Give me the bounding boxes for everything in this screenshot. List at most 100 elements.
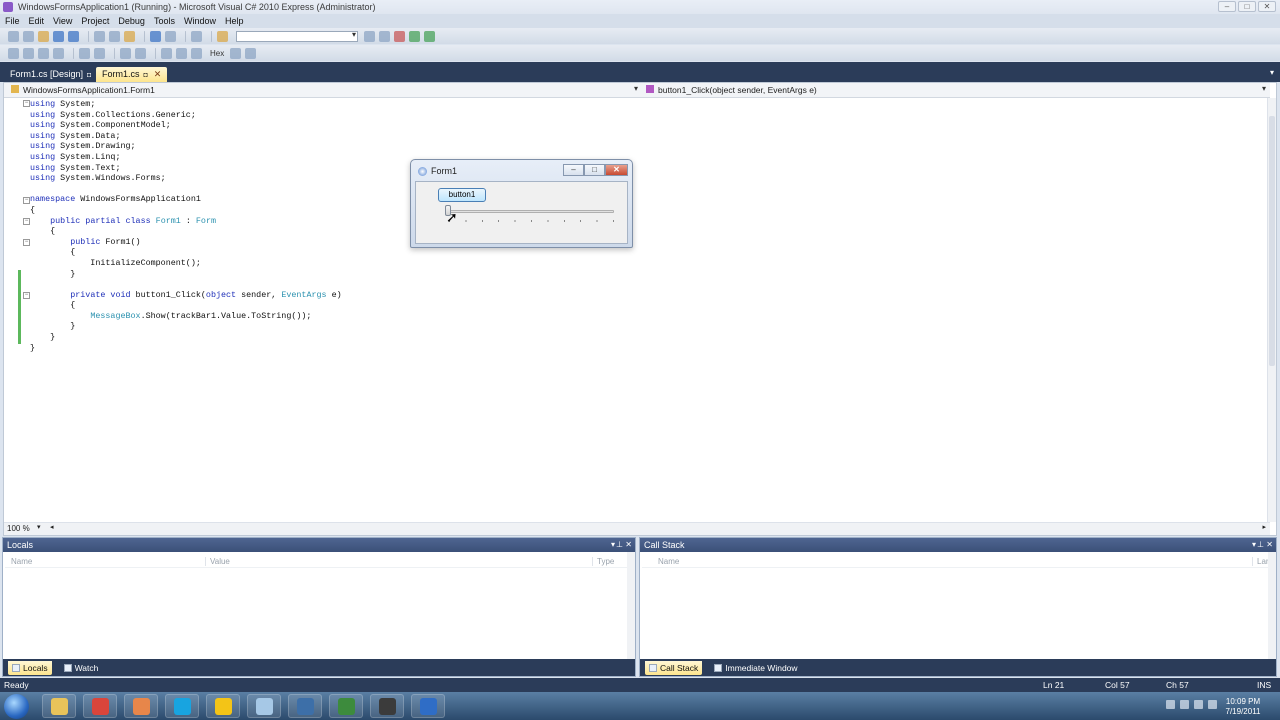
hex-toggle[interactable]: Hex <box>210 49 224 58</box>
code-line[interactable] <box>30 279 342 290</box>
minimize-button[interactable]: – <box>1218 1 1236 12</box>
start-button[interactable] <box>4 694 29 719</box>
column-type[interactable]: Type <box>592 557 614 566</box>
collapse-icon[interactable]: − <box>23 292 30 299</box>
properties-icon[interactable] <box>379 30 390 42</box>
column-name[interactable]: Name <box>654 557 679 566</box>
step-into-icon[interactable] <box>23 47 34 59</box>
indent-icon[interactable] <box>176 47 187 59</box>
code-line[interactable]: public partial class Form1 : Form <box>30 216 342 227</box>
class-combo[interactable]: WindowsFormsApplication1.Form1 <box>7 84 637 96</box>
scroll-right-icon[interactable]: ▸ <box>1262 523 1266 531</box>
menu-edit[interactable]: Edit <box>29 14 45 28</box>
code-line[interactable]: } <box>30 332 342 343</box>
maximize-button[interactable]: □ <box>1238 1 1256 12</box>
tray-arrow-icon[interactable] <box>1166 700 1175 709</box>
form1-window[interactable]: Form1 – □ ✕ button1 <box>410 159 633 248</box>
continue-icon[interactable] <box>120 47 131 59</box>
code-line[interactable]: using System.Text; <box>30 163 342 174</box>
close-tab-icon[interactable]: ✕ <box>154 69 162 79</box>
csharp-icon[interactable] <box>329 694 363 718</box>
snipping-icon[interactable] <box>288 694 322 718</box>
code-line[interactable]: MessageBox.Show(trackBar1.Value.ToString… <box>30 311 342 322</box>
chevron-down-icon[interactable]: ▾ <box>1262 84 1266 93</box>
menu-file[interactable]: File <box>5 14 20 28</box>
show-next-statement-icon[interactable] <box>230 47 242 59</box>
outdent-icon[interactable] <box>161 47 172 59</box>
code-line[interactable]: using System.Windows.Forms; <box>30 173 342 184</box>
column-value[interactable]: Value <box>205 557 230 566</box>
code-line[interactable]: using System.Data; <box>30 131 342 142</box>
close-icon[interactable]: ✕ <box>625 538 632 552</box>
scroll-thumb[interactable] <box>1269 116 1275 366</box>
button1[interactable]: button1 <box>438 188 486 202</box>
locals-scrollbar[interactable] <box>627 552 635 660</box>
code-line[interactable]: } <box>30 269 342 280</box>
code-line[interactable]: using System.Drawing; <box>30 141 342 152</box>
tab-immediate-window[interactable]: Immediate Window <box>710 661 801 675</box>
save-all-icon[interactable] <box>68 30 79 42</box>
tab-form1-cs[interactable]: Form1.cs ◘ ✕ <box>96 67 168 82</box>
redo-icon[interactable] <box>165 30 176 42</box>
collapse-icon[interactable]: − <box>23 218 30 225</box>
editor-vertical-scrollbar[interactable] <box>1267 98 1276 522</box>
code-line[interactable]: using System; <box>30 99 342 110</box>
toolbox-icon[interactable] <box>394 30 405 42</box>
cut-icon[interactable] <box>94 30 105 42</box>
close-icon[interactable]: ✕ <box>1266 538 1273 552</box>
chrome-icon[interactable] <box>83 694 117 718</box>
find-combo[interactable] <box>236 30 358 42</box>
code-line[interactable]: { <box>30 205 342 216</box>
code-line[interactable]: { <box>30 300 342 311</box>
close-button[interactable]: ✕ <box>1258 1 1276 12</box>
save-icon[interactable] <box>53 30 64 42</box>
start-debug-icon[interactable] <box>191 30 202 42</box>
comment-icon[interactable] <box>79 47 90 59</box>
scroll-left-icon[interactable]: ◂ <box>50 523 54 531</box>
break-all-icon[interactable] <box>135 47 146 59</box>
open-file-icon[interactable] <box>38 30 49 42</box>
column-name[interactable]: Name <box>7 557 32 566</box>
tab-watch[interactable]: Watch <box>60 661 103 675</box>
start-page-icon[interactable] <box>409 30 420 42</box>
undo-icon[interactable] <box>150 30 161 42</box>
solution-explorer-icon[interactable] <box>364 30 375 42</box>
zoom-level[interactable]: 100 % <box>7 524 30 533</box>
video-icon[interactable] <box>370 694 404 718</box>
form-minimize-button[interactable]: – <box>563 164 584 176</box>
pin-icon[interactable]: ◘ <box>87 72 91 79</box>
aim-icon[interactable] <box>206 694 240 718</box>
paste-icon[interactable] <box>124 30 135 42</box>
breakpoints-icon[interactable] <box>245 47 257 59</box>
code-line[interactable]: private void button1_Click(object sender… <box>30 290 341 301</box>
menu-help[interactable]: Help <box>225 14 244 28</box>
menu-project[interactable]: Project <box>81 14 109 28</box>
tab-call-stack[interactable]: Call Stack <box>645 660 703 675</box>
step-over-icon[interactable] <box>38 47 49 59</box>
code-line[interactable]: using System.Collections.Generic; <box>30 110 342 121</box>
network-icon[interactable] <box>1194 700 1203 709</box>
uncomment-icon[interactable] <box>94 47 105 59</box>
collapse-icon[interactable]: − <box>23 100 30 107</box>
step-out-icon[interactable] <box>53 47 64 59</box>
menu-window[interactable]: Window <box>184 14 216 28</box>
code-line[interactable]: using System.ComponentModel; <box>30 120 342 131</box>
callstack-scrollbar[interactable] <box>1268 552 1276 660</box>
copy-icon[interactable] <box>109 30 120 42</box>
code-line[interactable]: public Form1() <box>30 237 342 248</box>
new-project-icon[interactable] <box>8 30 19 42</box>
app-icon[interactable] <box>411 694 445 718</box>
tab-locals[interactable]: Locals <box>8 660 52 675</box>
clock[interactable]: 10:09 PM 7/19/2011 <box>1223 697 1263 717</box>
tab-dropdown-icon[interactable]: ▾ <box>1270 68 1274 77</box>
code-line[interactable]: namespace WindowsFormsApplication1 <box>30 194 342 205</box>
chevron-down-icon[interactable]: ▾ <box>634 84 638 93</box>
code-line[interactable]: { <box>30 247 342 258</box>
tab-form1-design[interactable]: Form1.cs [Design] ◘ <box>4 67 97 82</box>
bookmark-icon[interactable] <box>191 47 202 59</box>
code-text[interactable]: using System; using System.Collections.Ge… <box>30 99 342 353</box>
explorer-icon[interactable] <box>42 694 76 718</box>
trackbar-track[interactable] <box>446 210 614 213</box>
form-maximize-button[interactable]: □ <box>584 164 605 176</box>
add-item-icon[interactable] <box>23 30 34 42</box>
